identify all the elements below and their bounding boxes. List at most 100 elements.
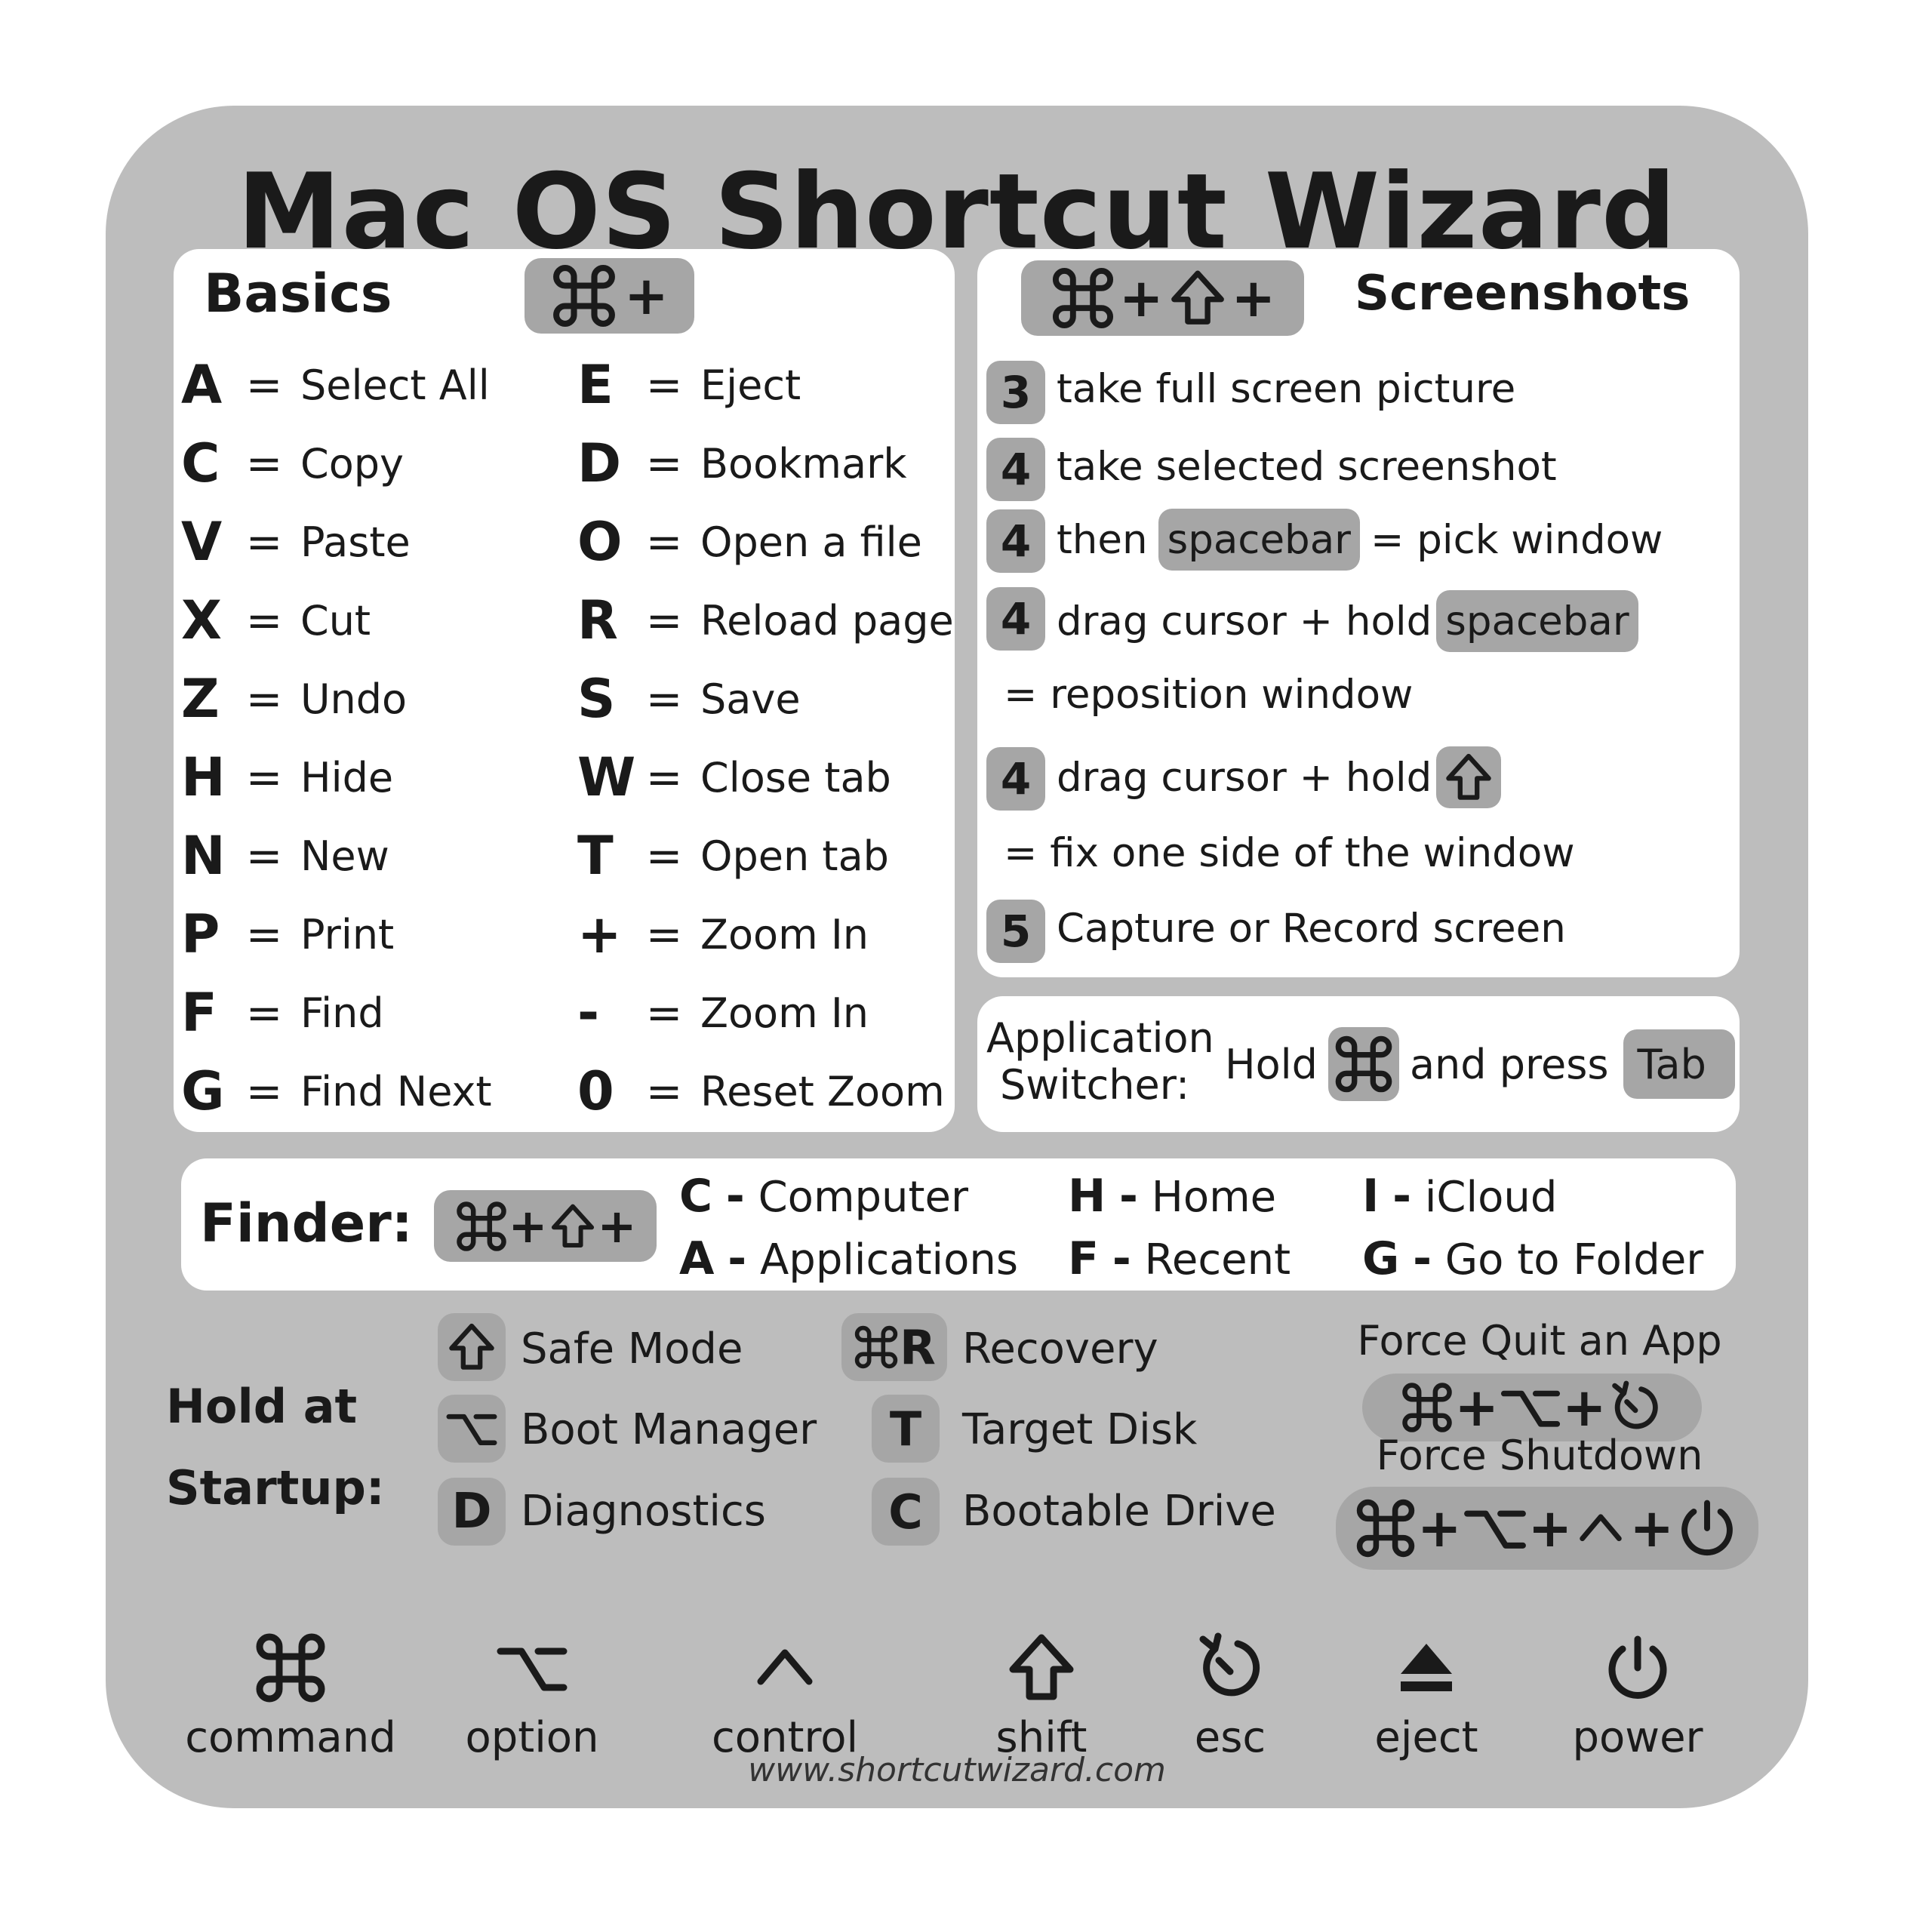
- shortcut-label: Bookmark: [700, 439, 907, 488]
- equals-sign: =: [645, 1066, 683, 1117]
- esc-icon: [1192, 1630, 1268, 1706]
- equals-sign: =: [245, 1066, 283, 1117]
- command-icon: [253, 1630, 328, 1706]
- finder-icloud: I - iCloud: [1362, 1170, 1558, 1223]
- equals-sign: =: [645, 359, 683, 411]
- legend-eject: eject: [1351, 1630, 1502, 1762]
- shortcut-label: Close tab: [700, 753, 891, 801]
- key-4: 4: [986, 509, 1045, 573]
- shortcut-key: R: [577, 589, 618, 651]
- basics-row: V = Paste: [181, 508, 411, 576]
- fix-side-text: = fix one side of the window: [1004, 829, 1575, 876]
- equals-sign: =: [245, 516, 283, 568]
- plus-symbol: +: [597, 1198, 637, 1254]
- tab-key: Tab: [1623, 1029, 1736, 1099]
- shortcut-key: P: [181, 903, 220, 965]
- shortcut-card: Mac OS Shortcut Wizard Basics + A = Select…: [106, 106, 1808, 1808]
- basics-row: O = Open a file: [577, 508, 922, 576]
- plus-symbol: +: [1417, 1497, 1462, 1559]
- t-key: T: [872, 1395, 940, 1463]
- shortcut-key: S: [577, 668, 616, 730]
- screenshot-window: then spacebar = pick window: [1057, 506, 1663, 574]
- basics-row: P = Print: [181, 900, 394, 968]
- shortcut-label: Copy: [300, 439, 404, 488]
- basics-row: T = Open tab: [577, 822, 889, 890]
- basics-row: - = Zoom In: [577, 979, 869, 1047]
- app-switcher-panel: Application Switcher: Hold and press Tab: [977, 996, 1740, 1132]
- option-icon: [445, 1401, 499, 1456]
- shortcut-label: New: [300, 832, 389, 880]
- force-quit-label: Force Quit an App: [1357, 1317, 1722, 1364]
- shortcut-label: Print: [300, 910, 395, 958]
- equals-sign: =: [645, 987, 683, 1038]
- recovery-label: Recovery: [962, 1324, 1158, 1374]
- basics-row: A = Select All: [181, 351, 490, 419]
- control-icon: [1572, 1500, 1629, 1557]
- eject-icon: [1401, 1644, 1452, 1691]
- switcher-label-line1: Application: [986, 1014, 1214, 1062]
- force-shutdown-keys: + + +: [1336, 1487, 1758, 1570]
- esc-icon: [1607, 1379, 1664, 1436]
- option-icon: [1499, 1376, 1562, 1439]
- finder-recent: F - Recent: [1068, 1232, 1291, 1285]
- basics-heading: Basics: [204, 263, 392, 325]
- shift-icon: [1004, 1630, 1079, 1706]
- plus-symbol: +: [1562, 1377, 1607, 1438]
- legend-esc: esc: [1158, 1630, 1302, 1762]
- command-key: [1327, 1027, 1399, 1101]
- shortcut-key: +: [577, 903, 622, 965]
- screenshot-capture: Capture or Record screen: [1057, 905, 1566, 952]
- basics-row: W = Close tab: [577, 743, 891, 811]
- basics-row: Z = Undo: [181, 665, 407, 733]
- equals-sign: =: [245, 673, 283, 724]
- shortcut-label: Reset Zoom: [700, 1067, 945, 1115]
- shortcut-label: Open tab: [700, 832, 889, 880]
- equals-sign: =: [245, 438, 283, 489]
- key-4: 4: [986, 438, 1045, 501]
- force-shutdown-label: Force Shutdown: [1376, 1432, 1703, 1479]
- website-link[interactable]: www.shortcutwizard.com: [106, 1751, 1808, 1789]
- and-press-text: and press: [1409, 1040, 1609, 1088]
- reposition-window-text: = reposition window: [1004, 671, 1414, 718]
- option-icon: [494, 1630, 570, 1706]
- basics-row: + = Zoom In: [577, 900, 869, 968]
- hold-text: Hold: [1225, 1040, 1318, 1088]
- shortcut-key: X: [181, 589, 222, 651]
- r-key-letter: R: [900, 1319, 936, 1375]
- shortcut-label: Cut: [300, 596, 371, 645]
- basics-row: X = Cut: [181, 586, 371, 654]
- screenshot-full: take full screen picture: [1057, 365, 1516, 412]
- shift-key: [438, 1313, 506, 1381]
- plus-symbol: +: [508, 1198, 548, 1254]
- shortcut-key: Z: [181, 668, 220, 730]
- shift-key: [1436, 746, 1502, 808]
- legend-control: control: [702, 1630, 868, 1762]
- legend-shift: shift: [958, 1630, 1124, 1762]
- equals-sign: =: [245, 830, 283, 881]
- finder-home: H - Home: [1068, 1170, 1277, 1223]
- legend-command: command: [185, 1630, 396, 1762]
- basics-row: N = New: [181, 822, 389, 890]
- shortcut-label: Select All: [300, 361, 490, 409]
- key-4: 4: [986, 747, 1045, 811]
- screenshot-reposition: drag cursor + hold spacebar: [1057, 587, 1649, 655]
- shortcut-key: O: [577, 511, 623, 573]
- plus-symbol: +: [1629, 1497, 1674, 1559]
- basics-row: 0 = Reset Zoom: [577, 1057, 945, 1125]
- equals-sign: =: [645, 752, 683, 803]
- shift-icon: [548, 1201, 598, 1251]
- basics-row: S = Save: [577, 665, 801, 733]
- shortcut-key: V: [181, 511, 223, 573]
- finder-panel: Finder: + + C - Computer A - Application…: [181, 1158, 1736, 1291]
- finder-go-to-folder: G - Go to Folder: [1362, 1232, 1704, 1285]
- switcher-label: Application Switcher:: [986, 1015, 1214, 1109]
- shortcut-label: Paste: [300, 518, 411, 566]
- finder-modifier-key: + +: [434, 1190, 657, 1262]
- shortcut-key: A: [181, 354, 223, 416]
- startup-label-line1: Hold at: [166, 1379, 358, 1434]
- drag-hold-text: drag cursor + hold: [1057, 754, 1432, 801]
- shortcut-key: D: [577, 432, 622, 494]
- spacebar-key: spacebar: [1436, 590, 1638, 652]
- shortcut-label: Undo: [300, 675, 408, 723]
- basics-panel: Basics + A = Select All C = Copy V = Paste X = Cut Z…: [174, 249, 955, 1132]
